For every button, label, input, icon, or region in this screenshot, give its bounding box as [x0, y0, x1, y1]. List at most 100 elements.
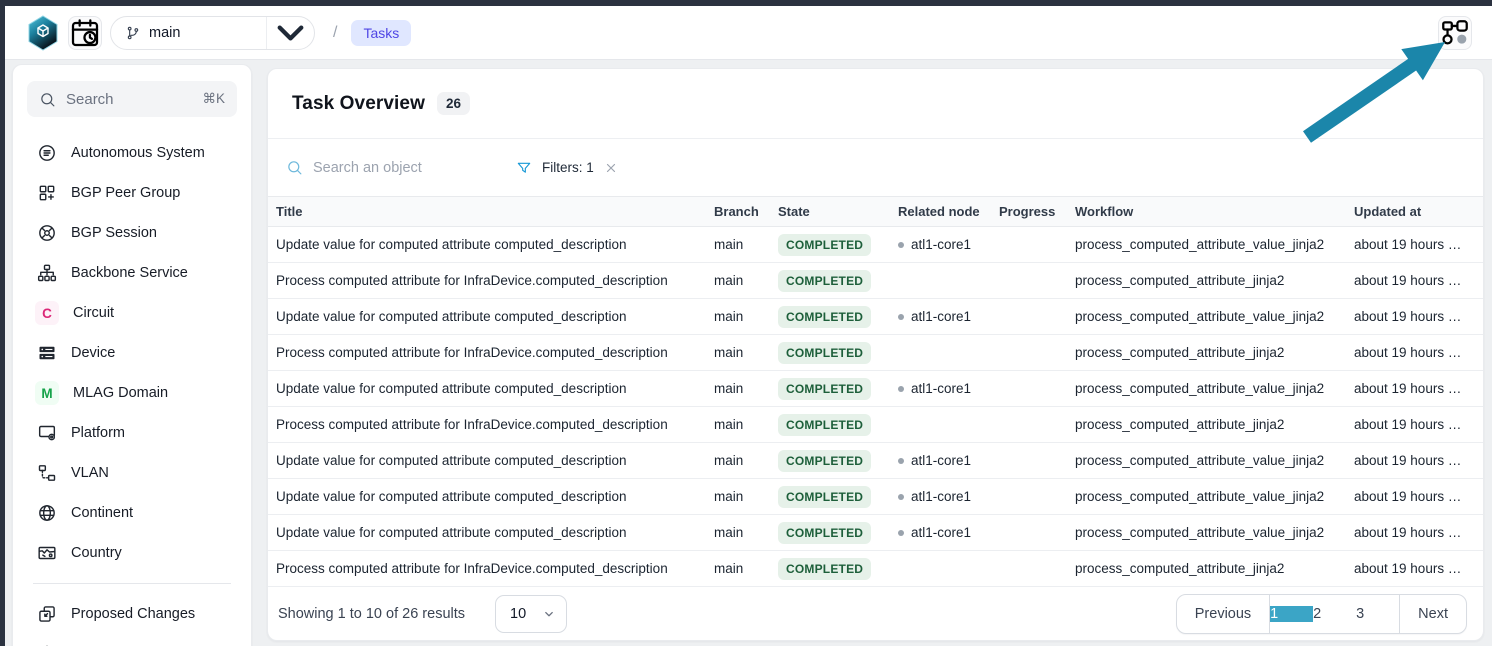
cell-title: Process computed attribute for InfraDevi… — [276, 417, 714, 432]
infrahub-logo[interactable] — [25, 14, 60, 51]
sidebar-item-proposed-changes[interactable]: Proposed Changes — [23, 594, 241, 634]
sidebar-item-platform[interactable]: Platform — [23, 413, 241, 453]
letter-icon: M — [35, 381, 59, 405]
platform-icon — [37, 423, 57, 443]
chevron-down-icon — [542, 607, 556, 621]
cell-updated-at: about 19 hours ago — [1354, 237, 1471, 252]
task-count-badge: 26 — [437, 92, 470, 115]
object-search-input[interactable] — [313, 160, 533, 176]
letter-icon: C — [35, 301, 59, 325]
cell-title: Update value for computed attribute comp… — [276, 489, 714, 504]
cell-branch: main — [714, 345, 778, 360]
sidebar-item-country[interactable]: Country — [23, 533, 241, 573]
state-badge: COMPLETED — [778, 378, 871, 400]
cell-related-node: atl1-core1 — [898, 309, 999, 324]
table-row[interactable]: Update value for computed attribute comp… — [268, 515, 1483, 551]
state-badge: COMPLETED — [778, 486, 871, 508]
table-row[interactable]: Update value for computed attribute comp… — [268, 443, 1483, 479]
sidebar-item-label: MLAG Domain — [73, 385, 168, 401]
sidebar-item-circuit[interactable]: C Circuit — [23, 293, 241, 333]
topbar: main / Tasks — [5, 6, 1492, 60]
previous-page-button[interactable]: Previous — [1177, 595, 1269, 633]
task-overview-card: Task Overview 26 Filters: 1 TitleBranchS… — [267, 68, 1484, 641]
sidebar-search-placeholder: Search — [66, 91, 192, 108]
table-row[interactable]: Update value for computed attribute comp… — [268, 299, 1483, 335]
table-row[interactable]: Process computed attribute for InfraDevi… — [268, 263, 1483, 299]
column-header-branch: Branch — [714, 204, 778, 219]
page-size-select[interactable]: 10 — [495, 595, 567, 633]
search-icon — [286, 159, 303, 176]
time-travel-button[interactable] — [68, 16, 102, 50]
column-header-progress: Progress — [999, 204, 1075, 219]
next-page-button[interactable]: Next — [1399, 595, 1466, 633]
cell-title: Update value for computed attribute comp… — [276, 381, 714, 396]
breadcrumb-tasks[interactable]: Tasks — [351, 20, 411, 46]
funnel-icon[interactable] — [516, 160, 532, 176]
cell-updated-at: about 19 hours ago — [1354, 345, 1471, 360]
related-node-label: atl1-core1 — [911, 381, 971, 396]
sidebar-item-label: Continent — [71, 505, 133, 521]
cell-title: Process computed attribute for InfraDevi… — [276, 561, 714, 576]
table-row[interactable]: Process computed attribute for InfraDevi… — [268, 335, 1483, 371]
calendar-clock-icon — [69, 17, 101, 49]
cell-workflow: process_computed_attribute_jinja2 — [1075, 345, 1354, 360]
branch-current[interactable]: main — [111, 25, 266, 41]
related-node-label: atl1-core1 — [911, 489, 971, 504]
cell-updated-at: about 19 hours ago — [1354, 525, 1471, 540]
cell-updated-at: about 19 hours ago — [1354, 561, 1471, 576]
sidebar-item-label: Circuit — [73, 305, 114, 321]
sidebar: Search ⌘K Autonomous System BGP Peer Grou… — [12, 64, 252, 646]
cell-state: COMPLETED — [778, 450, 898, 472]
page-button-2[interactable]: 2 — [1313, 606, 1356, 622]
sidebar-item-bgp-peer-group[interactable]: BGP Peer Group — [23, 173, 241, 213]
search-icon — [39, 91, 56, 108]
table-row[interactable]: Process computed attribute for InfraDevi… — [268, 407, 1483, 443]
sidebar-item-label: BGP Peer Group — [71, 185, 180, 201]
sidebar-item-label: Platform — [71, 425, 125, 441]
device-icon — [37, 343, 57, 363]
cell-workflow: process_computed_attribute_jinja2 — [1075, 273, 1354, 288]
cell-updated-at: about 19 hours ago — [1354, 381, 1471, 396]
sidebar-search[interactable]: Search ⌘K — [27, 81, 237, 117]
sidebar-item-backbone-service[interactable]: Backbone Service — [23, 253, 241, 293]
sidebar-item-device[interactable]: Device — [23, 333, 241, 373]
related-node-label: atl1-core1 — [911, 525, 971, 540]
sidebar-item-label: VLAN — [71, 465, 109, 481]
cell-related-node: atl1-core1 — [898, 525, 999, 540]
table-row[interactable]: Process computed attribute for InfraDevi… — [268, 551, 1483, 587]
branch-dropdown-toggle[interactable] — [266, 17, 314, 49]
state-badge: COMPLETED — [778, 342, 871, 364]
app-viewport: main / Tasks Search ⌘K Autonomous System… — [5, 6, 1492, 646]
git-branch-icon — [125, 25, 141, 41]
sidebar-item-continent[interactable]: Continent — [23, 493, 241, 533]
table-body: Update value for computed attribute comp… — [268, 227, 1483, 587]
schema-button[interactable] — [1438, 16, 1472, 50]
sidebar-item-mlag-domain[interactable]: M MLAG Domain — [23, 373, 241, 413]
table-row[interactable]: Update value for computed attribute comp… — [268, 371, 1483, 407]
sidebar-item-bgp-session[interactable]: BGP Session — [23, 213, 241, 253]
column-header-updated-at: Updated at — [1354, 204, 1471, 219]
table-row[interactable]: Update value for computed attribute comp… — [268, 227, 1483, 263]
sidebar-item-label: BGP Session — [71, 225, 157, 241]
table-row[interactable]: Update value for computed attribute comp… — [268, 479, 1483, 515]
sidebar-item-autonomous-system[interactable]: Autonomous System — [23, 133, 241, 173]
cell-branch: main — [714, 525, 778, 540]
branch-name: main — [149, 25, 180, 41]
node-dot — [898, 494, 904, 500]
node-dot — [898, 530, 904, 536]
state-badge: COMPLETED — [778, 306, 871, 328]
clear-filters-icon[interactable] — [604, 161, 618, 175]
pagination-bar: Showing 1 to 10 of 26 results 10 Previou… — [268, 587, 1483, 640]
cell-updated-at: about 19 hours ago — [1354, 309, 1471, 324]
page-button-1[interactable]: 1 — [1270, 606, 1313, 622]
results-summary: Showing 1 to 10 of 26 results — [278, 606, 465, 622]
sidebar-item-object-management[interactable]: Object Management — [23, 634, 241, 646]
branch-selector[interactable]: main — [110, 16, 315, 50]
cell-workflow: process_computed_attribute_value_jinja2 — [1075, 309, 1354, 324]
state-badge: COMPLETED — [778, 558, 871, 580]
page-title: Task Overview — [292, 93, 425, 115]
node-dot — [898, 314, 904, 320]
page-button-3[interactable]: 3 — [1356, 606, 1399, 622]
state-badge: COMPLETED — [778, 450, 871, 472]
sidebar-item-vlan[interactable]: VLAN — [23, 453, 241, 493]
